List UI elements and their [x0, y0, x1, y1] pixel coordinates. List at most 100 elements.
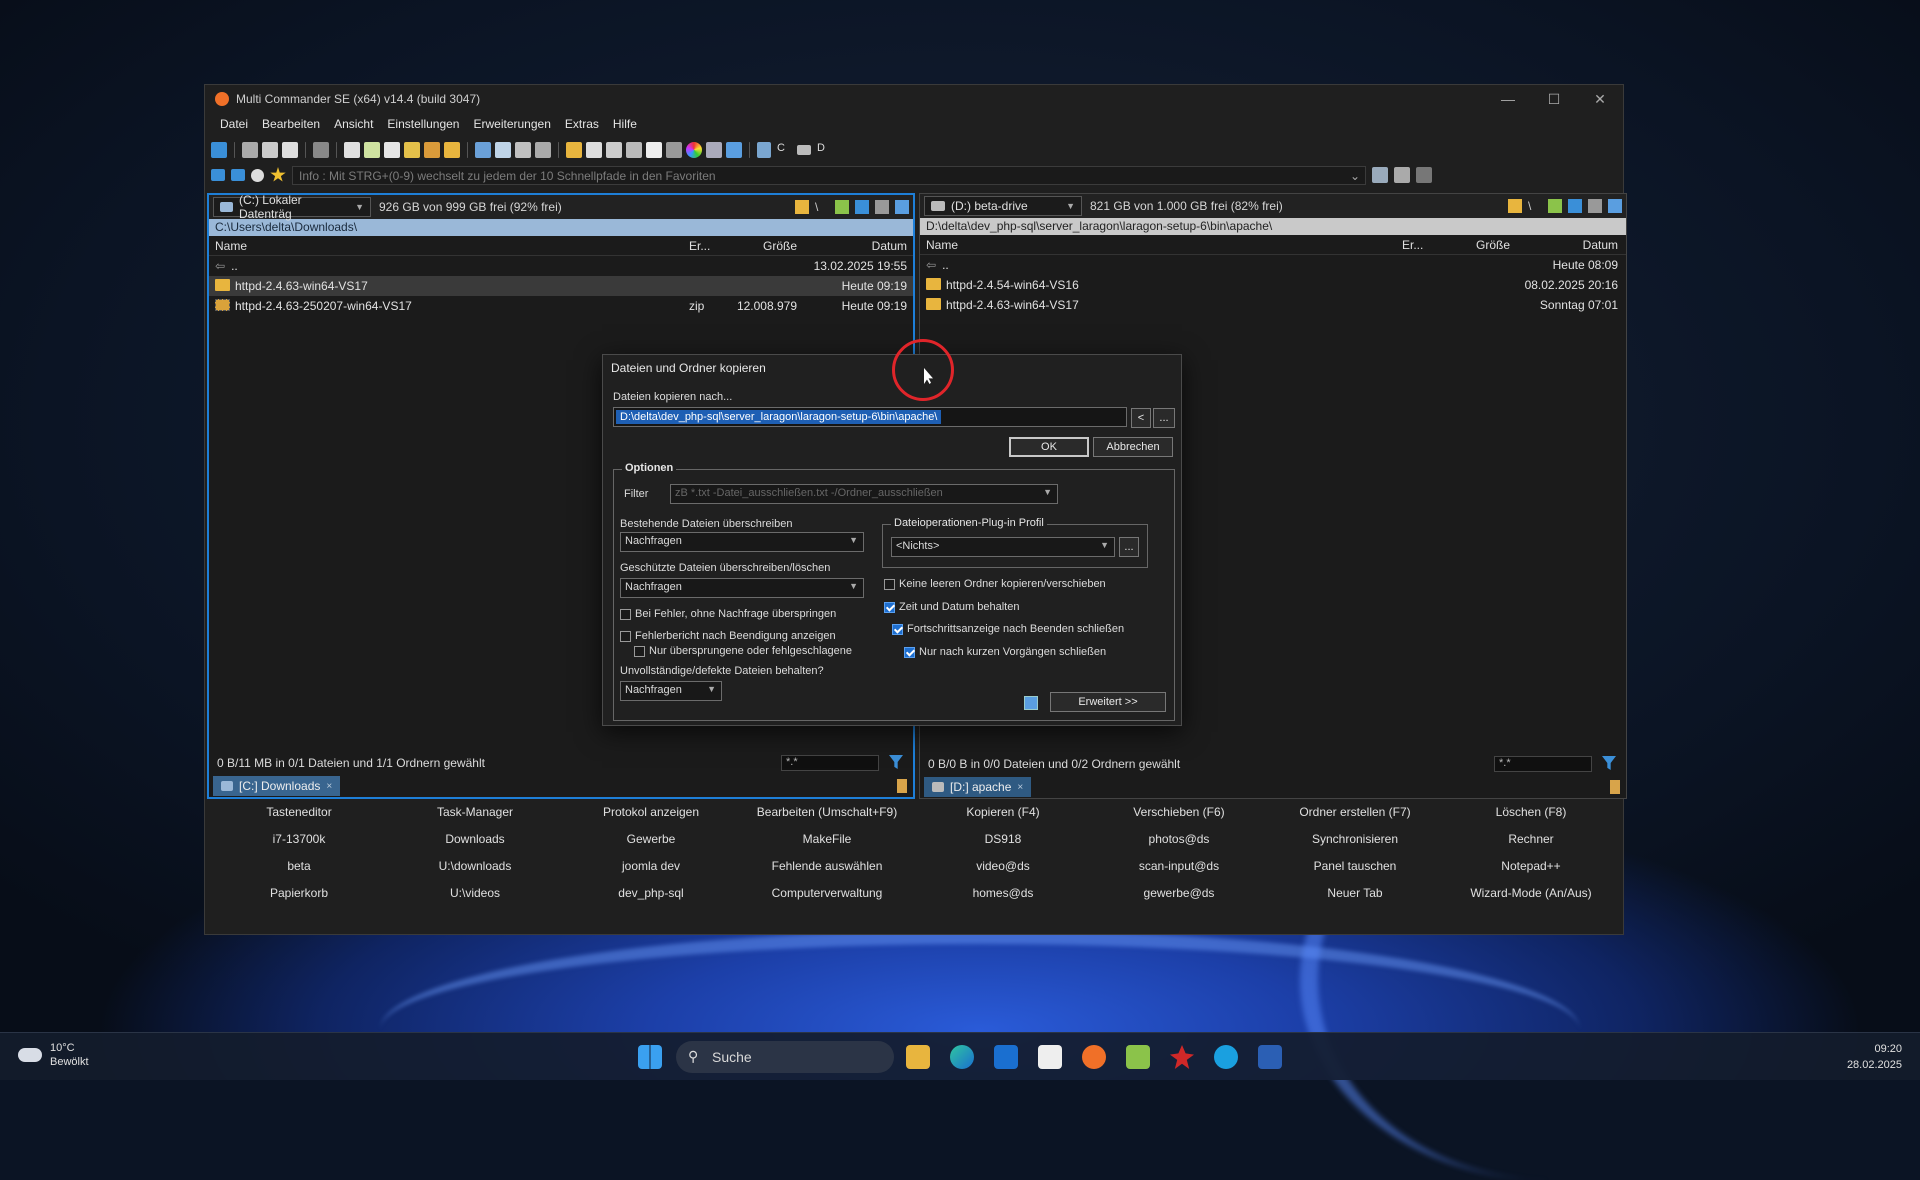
btn-gewerbe[interactable]: Gewerbe — [563, 830, 739, 849]
btn-ordner-erstellen[interactable]: Ordner erstellen (F7) — [1267, 803, 1443, 822]
only-skipped-checkbox[interactable]: Nur übersprungene oder fehlgeschlagene — [634, 645, 852, 657]
weather-widget[interactable]: 10°C Bewölkt — [18, 1041, 89, 1069]
parent-folder-icon[interactable] — [1548, 199, 1562, 213]
favorites-star-icon[interactable] — [270, 167, 286, 182]
incomplete-select[interactable]: Nachfragen ▼ — [620, 681, 722, 701]
col-size[interactable]: Größe — [1434, 238, 1516, 252]
btn-protokol[interactable]: Protokol anzeigen — [563, 803, 739, 822]
new-file-icon[interactable] — [344, 142, 360, 158]
overwrite-select[interactable]: Nachfragen ▼ — [620, 532, 864, 552]
keep-time-checkbox[interactable]: Zeit und Datum behalten — [884, 601, 1019, 613]
outlook-icon[interactable] — [994, 1045, 1018, 1069]
tab-apache[interactable]: [D:] apache × — [924, 777, 1032, 797]
menu-datei[interactable]: Datei — [213, 117, 255, 135]
folder-icon[interactable] — [444, 142, 460, 158]
root-icon[interactable]: \ — [815, 200, 829, 214]
left-path-bar[interactable]: C:\Users\delta\Downloads\ — [209, 219, 913, 236]
system-clock[interactable]: 09:20 28.02.2025 — [1847, 1041, 1902, 1073]
panel-view-icon[interactable] — [1608, 199, 1622, 213]
btn-beta[interactable]: beta — [211, 857, 387, 876]
menu-extras[interactable]: Extras — [558, 117, 606, 135]
documents-icon[interactable] — [606, 142, 622, 158]
close-icon[interactable]: × — [326, 781, 332, 792]
document-icon[interactable] — [586, 142, 602, 158]
short-only-checkbox[interactable]: Nur nach kurzen Vorgängen schließen — [904, 646, 1106, 658]
tab-downloads[interactable]: [C:] Downloads × — [213, 776, 341, 796]
package-icon[interactable] — [424, 142, 440, 158]
btn-i7[interactable]: i7-13700k — [211, 830, 387, 849]
sync-icon[interactable] — [475, 142, 491, 158]
page-icon[interactable] — [646, 142, 662, 158]
list-item[interactable]: httpd-2.4.63-250207-win64-VS17 zip 12.00… — [209, 296, 913, 316]
btn-panel-tauschen[interactable]: Panel tauschen — [1267, 857, 1443, 876]
close-progress-checkbox[interactable]: Fortschrittsanzeige nach Beenden schließ… — [892, 623, 1124, 635]
screen-icon[interactable] — [726, 142, 742, 158]
col-date[interactable]: Datum — [803, 239, 913, 253]
file-explorer-icon[interactable] — [906, 1045, 930, 1069]
folder-tree-icon[interactable] — [795, 200, 809, 214]
btn-fehlende[interactable]: Fehlende auswählen — [739, 857, 915, 876]
left-drive-selector[interactable]: (C:) Lokaler Datenträg ▼ — [213, 193, 371, 221]
btn-video[interactable]: video@ds — [915, 857, 1091, 876]
minimize-button[interactable]: — — [1485, 85, 1531, 113]
col-ext[interactable]: Er... — [683, 239, 721, 253]
dest-input[interactable]: D:\delta\dev_php-sql\server_laragon\lara… — [613, 407, 1127, 427]
notepad-plus-plus-icon[interactable] — [1126, 1045, 1150, 1069]
btn-makefile[interactable]: MakeFile — [739, 830, 915, 849]
parent-folder-icon[interactable] — [835, 200, 849, 214]
menu-bearbeiten[interactable]: Bearbeiten — [255, 117, 327, 135]
edit-file-icon[interactable] — [364, 142, 380, 158]
left-filter-input[interactable]: *.* — [781, 755, 879, 771]
right-path-bar[interactable]: D:\delta\dev_php-sql\server_laragon\lara… — [920, 218, 1626, 235]
right-drive-selector[interactable]: (D:) beta-drive ▼ — [924, 196, 1082, 216]
view-mode-icon[interactable] — [313, 142, 329, 158]
close-button[interactable]: ✕ — [1577, 85, 1623, 113]
advanced-button[interactable]: Erweitert >> — [1050, 692, 1166, 712]
btn-scan-input[interactable]: scan-input@ds — [1091, 857, 1267, 876]
drive-d-label[interactable]: D — [815, 142, 825, 158]
maximize-button[interactable]: ☐ — [1531, 85, 1577, 113]
menu-ansicht[interactable]: Ansicht — [327, 117, 380, 135]
windows-start-icon[interactable] — [638, 1045, 662, 1069]
ok-button[interactable]: OK — [1009, 437, 1089, 457]
filter-icon[interactable] — [889, 755, 903, 769]
refresh-icon[interactable] — [855, 200, 869, 214]
favorites-info-field[interactable]: Info : Mit STRG+(0-9) wechselt zu jedem … — [292, 165, 1366, 185]
folder-tree-icon[interactable] — [1508, 199, 1522, 213]
btn-kopieren[interactable]: Kopieren (F4) — [915, 803, 1091, 822]
store-icon[interactable] — [1038, 1045, 1062, 1069]
menu-hilfe[interactable]: Hilfe — [606, 117, 644, 135]
refresh-icon[interactable] — [211, 142, 227, 158]
chat-icon[interactable] — [706, 142, 722, 158]
btn-tasteneditor[interactable]: Tasteneditor — [211, 803, 387, 822]
btn-synchronisieren[interactable]: Synchronisieren — [1267, 830, 1443, 849]
btn-notepad[interactable]: Notepad++ — [1443, 857, 1619, 876]
drive-c-label[interactable]: C — [775, 142, 785, 158]
btn-bearbeiten[interactable]: Bearbeiten (Umschalt+F9) — [739, 803, 915, 822]
back-button[interactable]: < — [1131, 408, 1151, 428]
word-icon[interactable] — [1258, 1045, 1282, 1069]
btn-wizard-mode[interactable]: Wizard-Mode (An/Aus) — [1443, 884, 1619, 903]
btn-ds918[interactable]: DS918 — [915, 830, 1091, 849]
folder-open-icon[interactable] — [566, 142, 582, 158]
list-item[interactable]: ⇦.. 13.02.2025 19:55 — [209, 256, 913, 276]
refresh-icon[interactable] — [1568, 199, 1582, 213]
find-icon[interactable] — [535, 142, 551, 158]
save-icon[interactable] — [1024, 696, 1038, 710]
tools-icon[interactable] — [1588, 199, 1602, 213]
btn-neuer-tab[interactable]: Neuer Tab — [1267, 884, 1443, 903]
back-arrow-icon[interactable] — [211, 169, 225, 181]
close-icon[interactable]: × — [1017, 782, 1023, 793]
list-item[interactable]: httpd-2.4.63-win64-VS17 Heute 09:19 — [209, 276, 913, 296]
list-item[interactable]: httpd-2.4.54-win64-VS16 08.02.2025 20:16 — [920, 275, 1626, 295]
menu-erweiterungen[interactable]: Erweiterungen — [466, 117, 557, 135]
copy-icon[interactable] — [262, 142, 278, 158]
btn-u-downloads[interactable]: U:\downloads — [387, 857, 563, 876]
list-item[interactable]: ⇦.. Heute 08:09 — [920, 255, 1626, 275]
tools-icon[interactable] — [875, 200, 889, 214]
forward-arrow-icon[interactable] — [231, 169, 245, 181]
btn-task-manager[interactable]: Task-Manager — [387, 803, 563, 822]
btn-verschieben[interactable]: Verschieben (F6) — [1091, 803, 1267, 822]
color-wheel-icon[interactable] — [686, 142, 702, 158]
console-icon[interactable] — [1416, 167, 1432, 183]
